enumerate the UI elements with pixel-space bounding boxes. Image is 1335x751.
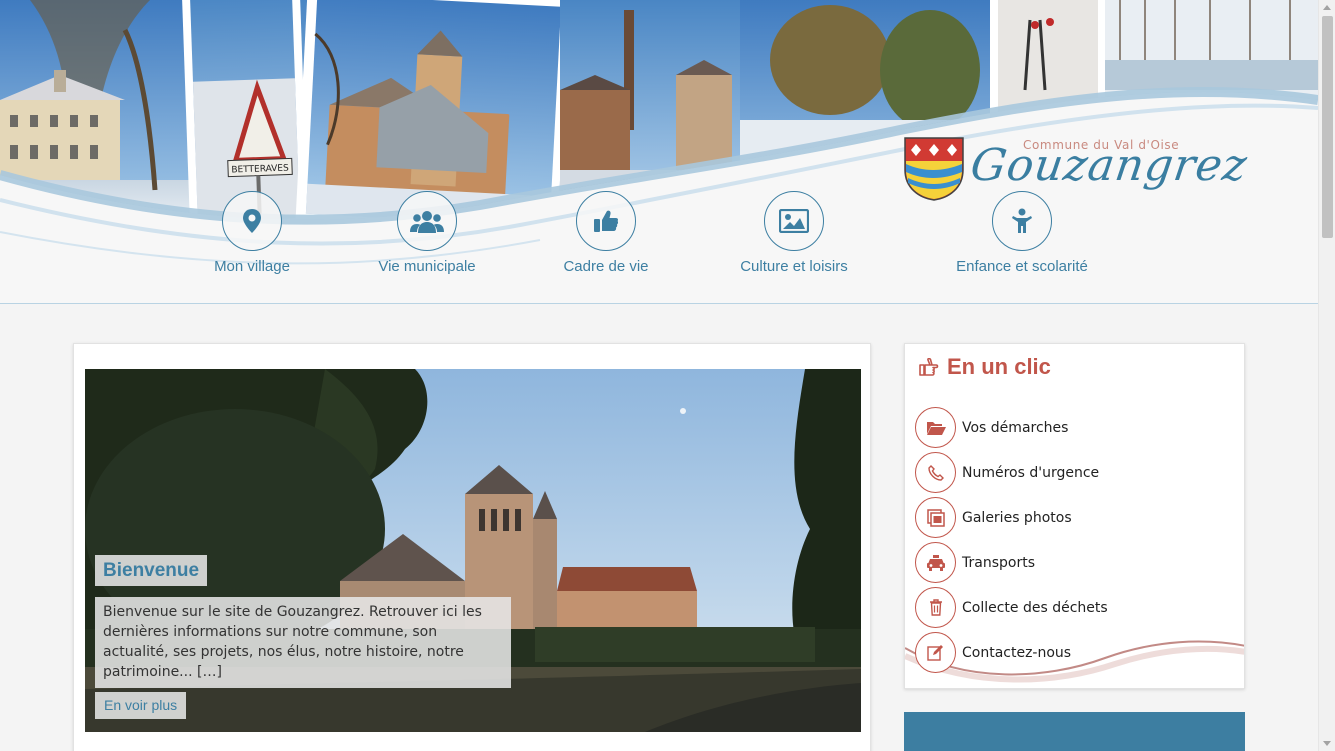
child-icon: [1012, 208, 1032, 233]
nav-item-mon-village[interactable]: Mon village: [200, 191, 304, 275]
quick-links-title-text: En un clic: [947, 354, 1051, 379]
quick-link-label: Collecte des déchets: [962, 599, 1108, 616]
main-content-card: Bienvenue Bienvenue sur le site de Gouza…: [73, 343, 871, 751]
photo-gallery-icon: [926, 508, 945, 527]
nav-item-vie-municipale[interactable]: Vie municipale: [370, 191, 484, 275]
sidebar-blue-panel: [904, 712, 1245, 751]
quick-link-galeries-photos[interactable]: Galeries photos: [915, 495, 1108, 540]
quick-link-label: Contactez-nous: [962, 644, 1072, 661]
quick-link-contactez-nous[interactable]: Contactez-nous: [915, 630, 1108, 675]
nav-item-cadre-de-vie[interactable]: Cadre de vie: [556, 191, 656, 275]
quick-link-numeros-urgence[interactable]: Numéros d'urgence: [915, 450, 1108, 495]
trash-icon: [929, 599, 942, 616]
nav-label: Mon village: [214, 258, 290, 275]
quick-link-label: Galeries photos: [962, 509, 1072, 526]
phone-icon: [927, 464, 944, 481]
page-scrollbar[interactable]: [1318, 0, 1335, 751]
edit-icon: [927, 645, 943, 661]
quick-link-label: Numéros d'urgence: [962, 464, 1100, 481]
taxi-icon: [926, 554, 945, 571]
slide-title[interactable]: Bienvenue: [95, 555, 208, 586]
quick-link-collecte-dechets[interactable]: Collecte des déchets: [915, 585, 1108, 630]
quick-link-circle: [915, 542, 956, 583]
quick-link-vos-demarches[interactable]: Vos démarches: [915, 405, 1108, 450]
see-more-button[interactable]: En voir plus: [95, 692, 187, 719]
nav-label: Enfance et scolarité: [956, 258, 1088, 275]
nav-circle: [576, 191, 636, 251]
quick-link-circle: [915, 407, 956, 448]
quick-link-circle: [915, 632, 956, 673]
road-sign-text: BETTERAVES: [231, 164, 289, 176]
nav-label: Culture et loisirs: [740, 258, 848, 275]
quick-link-circle: [915, 497, 956, 538]
scroll-up-icon[interactable]: [1323, 5, 1331, 10]
nav-circle: [397, 191, 457, 251]
news-slider[interactable]: Bienvenue Bienvenue sur le site de Gouza…: [85, 369, 861, 732]
quick-link-circle: [915, 452, 956, 493]
nav-label: Vie municipale: [378, 258, 476, 275]
nav-item-culture-et-loisirs[interactable]: Culture et loisirs: [734, 191, 854, 275]
nav-circle: [222, 191, 282, 251]
quick-links-list: Vos démarches Numéros d'urgence Galeries…: [915, 405, 1108, 675]
nav-circle: [764, 191, 824, 251]
scroll-down-icon[interactable]: [1323, 741, 1331, 746]
site-header: BETTERAVES Commune du Val d'Oise Gouzang…: [0, 0, 1318, 304]
users-icon: [410, 211, 444, 233]
folder-open-icon: [926, 421, 946, 435]
hand-pointing-icon: [919, 358, 939, 376]
quick-link-label: Vos démarches: [962, 419, 1069, 436]
quick-links-title: En un clic: [919, 354, 1051, 380]
quick-links-panel: En un clic Vos démarches Numéros d'urgen…: [904, 343, 1245, 689]
quick-link-transports[interactable]: Transports: [915, 540, 1108, 585]
quick-link-label: Transports: [962, 554, 1035, 571]
logo-title: Gouzangrez: [967, 140, 1251, 191]
nav-item-enfance-et-scolarite[interactable]: Enfance et scolarité: [951, 191, 1093, 275]
scrollbar-thumb[interactable]: [1322, 16, 1333, 238]
thumbs-up-icon: [594, 210, 619, 232]
nav-circle: [992, 191, 1052, 251]
slide-excerpt: Bienvenue sur le site de Gouzangrez. Ret…: [95, 597, 511, 688]
map-marker-icon: [243, 209, 261, 233]
picture-icon: [779, 209, 809, 233]
quick-link-circle: [915, 587, 956, 628]
nav-label: Cadre de vie: [563, 258, 649, 275]
